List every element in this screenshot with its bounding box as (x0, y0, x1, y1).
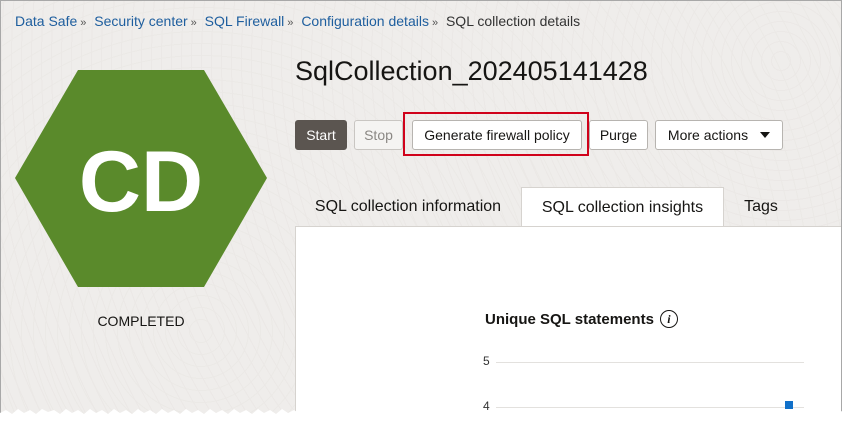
tab-sql-collection-information[interactable]: SQL collection information (301, 187, 515, 227)
chart-title-text: Unique SQL statements (485, 310, 654, 328)
breadcrumb-separator: » (80, 17, 87, 29)
breadcrumb-separator: » (431, 17, 439, 29)
stop-button[interactable]: Stop (354, 120, 403, 150)
hexagon-initials: CD (79, 134, 203, 230)
tab-tags[interactable]: Tags (729, 187, 793, 227)
tab-sql-collection-insights[interactable]: SQL collection insights (521, 187, 724, 227)
torn-edge (0, 409, 844, 433)
y-tick-5: 5 (483, 354, 490, 368)
status-label: COMPLETED (97, 313, 185, 329)
breadcrumb-configuration-details[interactable]: Configuration details (301, 13, 429, 29)
breadcrumb: Data Safe» Security center» SQL Firewall… (15, 13, 580, 29)
status-hexagon-icon: CD (15, 70, 267, 287)
gridline (496, 362, 804, 363)
breadcrumb-separator: » (190, 17, 197, 29)
breadcrumb-sql-firewall[interactable]: SQL Firewall (205, 13, 285, 29)
more-actions-label: More actions (667, 127, 749, 143)
highlight-box (403, 112, 589, 156)
start-button[interactable]: Start (295, 120, 347, 150)
caret-down-icon (760, 132, 771, 138)
page-title: SqlCollection_202405141428 (295, 56, 648, 86)
more-actions-button[interactable]: More actions (655, 120, 783, 150)
breadcrumb-data-safe[interactable]: Data Safe (15, 13, 77, 29)
page-frame: Data Safe» Security center» SQL Firewall… (0, 0, 842, 418)
breadcrumb-separator: » (287, 17, 294, 29)
breadcrumb-current: SQL collection details (445, 13, 581, 29)
info-icon[interactable]: i (659, 310, 678, 328)
purge-button[interactable]: Purge (589, 120, 648, 150)
breadcrumb-security-center[interactable]: Security center (94, 13, 187, 29)
chart-title: Unique SQL statements i (485, 310, 678, 328)
